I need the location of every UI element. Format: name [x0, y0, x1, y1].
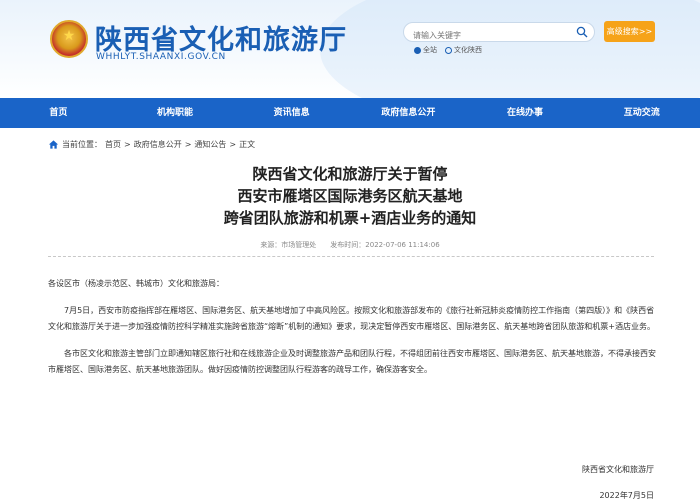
advanced-search-button[interactable]: 高级搜索>>	[604, 21, 655, 42]
site-url: WHHLYT.SHAANXI.GOV.CN	[96, 52, 226, 62]
scope-option-site[interactable]: 全站	[414, 45, 437, 55]
breadcrumb-gov-info[interactable]: 政府信息公开	[134, 139, 182, 150]
nav-item-interaction[interactable]: 互动交流	[583, 98, 700, 128]
article-meta: 来源：市场管理处 发布时间：2022-07-06 11:14:06	[260, 241, 440, 249]
article-signature: 陕西省文化和旅游厅	[582, 465, 654, 474]
nav-item-news[interactable]: 资讯信息	[233, 98, 350, 128]
breadcrumb-separator: >	[124, 140, 131, 149]
header-decoration	[320, 0, 700, 98]
home-icon	[48, 140, 59, 149]
breadcrumb: 当前位置： 首页 > 政府信息公开 > 通知公告 > 正文	[48, 139, 255, 150]
nav-item-organization[interactable]: 机构职能	[117, 98, 234, 128]
divider	[48, 256, 654, 257]
nav-item-gov-info[interactable]: 政府信息公开	[350, 98, 467, 128]
scope-option-culture[interactable]: 文化陕西	[445, 45, 482, 55]
article-paragraph: 各市区文化和旅游主管部门立即通知辖区旅行社和在线旅游企业及时调整旅游产品和团队行…	[48, 349, 656, 374]
nav-item-home[interactable]: 首页	[0, 98, 117, 128]
article-title-line: 陕西省文化和旅游厅关于暂停	[252, 165, 448, 183]
article-title-line: 跨省团队旅游和机票+酒店业务的通知	[223, 209, 477, 227]
nav-item-online-services[interactable]: 在线办事	[467, 98, 584, 128]
article-title-line: 西安市雁塔区国际港务区航天基地	[237, 187, 463, 205]
breadcrumb-current: 正文	[239, 140, 256, 149]
search-icon[interactable]	[576, 26, 588, 38]
article-salutation: 各设区市（杨凌示范区、韩城市）文化和旅游局：	[48, 279, 224, 288]
breadcrumb-notices[interactable]: 通知公告	[194, 139, 226, 150]
radio-icon	[445, 46, 452, 54]
article-title: 陕西省文化和旅游厅关于暂停 西安市雁塔区国际港务区航天基地 跨省团队旅游和机票+…	[0, 163, 700, 229]
article-paragraph: 7月5日，西安市防疫指挥部在雁塔区、国际港务区、航天基地增加了中高风险区。按照文…	[48, 306, 655, 331]
article-date: 2022年7月5日	[599, 491, 654, 500]
radio-selected-icon	[414, 46, 421, 54]
breadcrumb-home[interactable]: 首页	[105, 139, 121, 150]
breadcrumb-separator: >	[229, 140, 237, 149]
search-input[interactable]	[404, 26, 564, 45]
search-box	[403, 22, 595, 45]
breadcrumb-separator: >	[184, 140, 192, 149]
national-emblem-icon	[50, 20, 88, 58]
search-scope: 全站 文化陕西	[414, 45, 482, 55]
site-header: 陕西省文化和旅游厅 WHHLYT.SHAANXI.GOV.CN 高级搜索>> 全…	[0, 0, 700, 98]
article-body: 各设区市（杨凌示范区、韩城市）文化和旅游局： 7月5日，西安市防疫指挥部在雁塔区…	[48, 276, 656, 389]
main-nav: 首页 机构职能 资讯信息 政府信息公开 在线办事 互动交流	[0, 98, 700, 128]
breadcrumb-label: 当前位置：	[62, 140, 102, 149]
